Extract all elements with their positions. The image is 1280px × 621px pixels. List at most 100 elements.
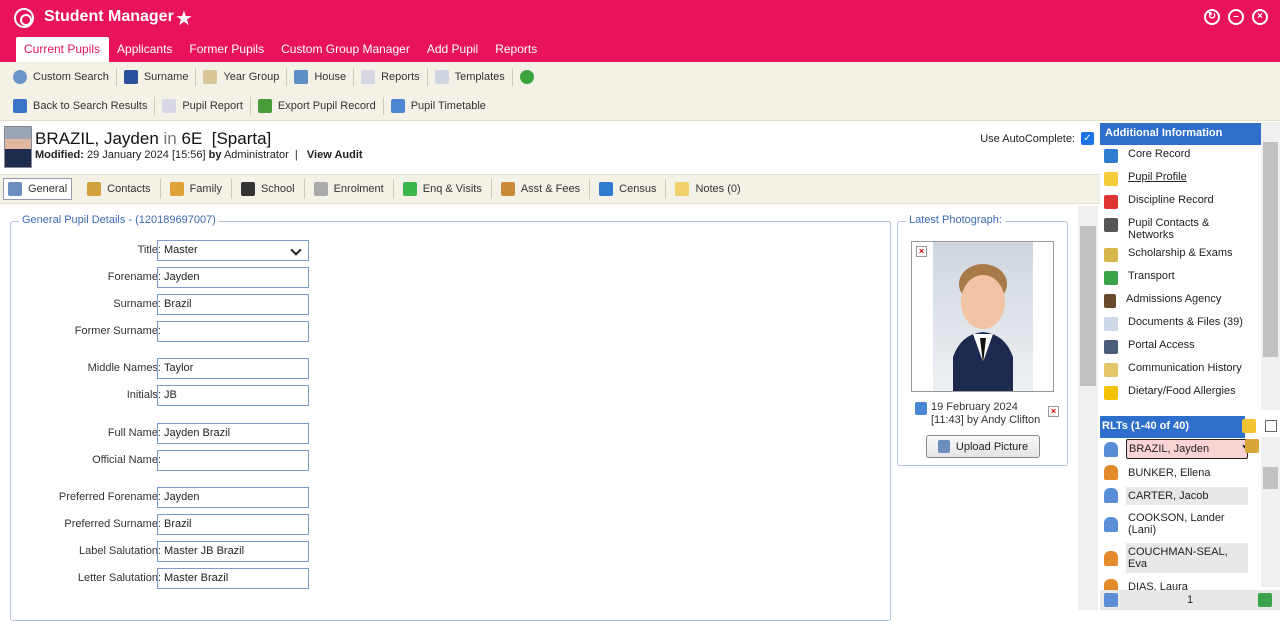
additional-info-scrollbar-thumb[interactable] — [1263, 142, 1278, 357]
list-item[interactable]: COUCHMAN-SEAL, Eva — [1100, 541, 1260, 575]
tab-notes[interactable]: Notes (0) — [666, 179, 749, 199]
dietary-allergies-link[interactable]: Dietary/Food Allergies — [1100, 382, 1261, 405]
contacts-icon — [87, 182, 102, 196]
letter-salutation-field[interactable]: Master Brazil — [157, 568, 309, 589]
female-person-icon — [1104, 465, 1118, 480]
admissions-agency-link[interactable]: Admissions Agency — [1100, 290, 1261, 313]
envelope-icon — [434, 69, 449, 84]
additional-info-scrollbar[interactable] — [1261, 122, 1280, 410]
house-icon — [294, 69, 309, 84]
close-icon[interactable]: × — [1252, 9, 1268, 25]
list-item[interactable]: DIAS, Laura — [1100, 575, 1260, 590]
tab-enrolment[interactable]: Enrolment — [305, 179, 394, 199]
main-scrollbar-thumb[interactable] — [1080, 226, 1096, 386]
middle-names-field[interactable]: Taylor — [157, 358, 309, 379]
title-select[interactable]: Master — [157, 240, 309, 261]
scholarship-exams-link[interactable]: Scholarship & Exams — [1100, 244, 1261, 267]
official-name-field[interactable] — [157, 450, 309, 471]
reports-button[interactable]: Reports — [354, 67, 428, 86]
male-person-icon — [1104, 516, 1118, 532]
extra-button[interactable] — [513, 68, 547, 86]
pupil-tabs: General Contacts Family School Enrolment… — [0, 174, 1100, 204]
full-name-field[interactable]: Jayden Brazil — [157, 423, 309, 444]
tab-reports[interactable]: Reports — [487, 37, 546, 62]
pupil-name: BRAZIL, Jayden in 6E [Sparta] — [35, 129, 272, 148]
back-to-search-results-button[interactable]: Back to Search Results — [6, 96, 156, 115]
tab-enq-visits[interactable]: Enq & Visits — [394, 179, 492, 199]
core-record-link[interactable]: Core Record — [1100, 145, 1261, 168]
house-button[interactable]: House — [287, 67, 355, 86]
pupil-header: BRAZIL, Jayden in 6E [Sparta] Modified: … — [0, 122, 1100, 174]
discipline-record-link[interactable]: Discipline Record — [1100, 191, 1261, 214]
tab-current-pupils[interactable]: Current Pupils — [16, 37, 110, 62]
additional-info-title: Additional Information — [1100, 123, 1261, 145]
refresh-icon[interactable]: ↻ — [1204, 9, 1220, 25]
app-title: Student Manager — [44, 8, 174, 25]
initials-field[interactable]: JB — [157, 385, 309, 406]
pupil-contacts-networks-link[interactable]: Pupil Contacts & Networks — [1100, 214, 1261, 244]
view-audit-link[interactable]: View Audit — [307, 149, 363, 161]
former-surname-field[interactable] — [157, 321, 309, 342]
surname-button[interactable]: Surname — [117, 67, 197, 86]
tab-contacts[interactable]: Contacts — [78, 179, 161, 199]
preferred-forename-row: Preferred Forename: Jayden — [11, 487, 321, 508]
rlts-checkbox[interactable] — [1265, 420, 1277, 432]
tab-add-pupil[interactable]: Add Pupil — [419, 37, 487, 62]
star-icon — [1104, 172, 1118, 186]
surname-field[interactable]: Brazil — [157, 294, 309, 315]
label-salutation-field[interactable]: Master JB Brazil — [157, 541, 309, 562]
tab-school[interactable]: School — [232, 179, 305, 199]
fees-icon — [500, 182, 515, 196]
next-arrow-icon[interactable] — [1258, 593, 1272, 607]
tab-former-pupils[interactable]: Former Pupils — [181, 37, 273, 62]
letter-salutation-row: Letter Salutation: Master Brazil — [11, 568, 321, 589]
preferred-forename-field[interactable]: Jayden — [157, 487, 309, 508]
templates-button[interactable]: Templates — [428, 67, 513, 86]
find-person-icon[interactable] — [1104, 593, 1118, 607]
tab-family[interactable]: Family — [161, 179, 232, 199]
tab-custom-group-manager[interactable]: Custom Group Manager — [273, 37, 419, 62]
export-pupil-record-button[interactable]: Export Pupil Record — [251, 96, 384, 115]
rlts-footer: 1 — [1100, 590, 1280, 610]
document-icon — [1104, 317, 1118, 331]
full-name-row: Full Name: Jayden Brazil — [11, 423, 321, 444]
broken-image-icon: × — [916, 246, 927, 257]
pupil-timetable-button[interactable]: Pupil Timetable — [384, 97, 493, 115]
notes-icon — [675, 182, 690, 196]
portal-access-link[interactable]: Portal Access — [1100, 336, 1261, 359]
communication-history-link[interactable]: Communication History — [1100, 359, 1261, 382]
family-icon — [169, 182, 184, 196]
year-group-button[interactable]: Year Group — [196, 67, 288, 86]
main-scrollbar[interactable] — [1078, 206, 1098, 610]
tab-census[interactable]: Census — [590, 179, 667, 199]
forename-field[interactable]: Jayden — [157, 267, 309, 288]
list-item[interactable]: COOKSON, Lander (Lani) — [1100, 507, 1260, 541]
favourite-star-icon[interactable]: ★ — [175, 6, 193, 31]
preferred-surname-field[interactable]: Brazil — [157, 514, 309, 535]
documents-files-link[interactable]: Documents & Files (39) — [1100, 313, 1261, 336]
transport-link[interactable]: Transport — [1100, 267, 1261, 290]
list-item[interactable]: BRAZIL, Jayden — [1100, 437, 1260, 461]
app-header: Student Manager ★ ↻ – × Current Pupils A… — [0, 0, 1280, 62]
pupil-report-button[interactable]: Pupil Report — [155, 96, 251, 115]
minimize-icon[interactable]: – — [1228, 9, 1244, 25]
list-item[interactable]: CARTER, Jacob — [1100, 484, 1260, 507]
middle-names-row: Middle Names: Taylor — [11, 358, 321, 379]
green-gear-icon — [519, 69, 534, 84]
rlts-action-icon[interactable] — [1245, 439, 1259, 453]
tab-applicants[interactable]: Applicants — [109, 37, 181, 62]
list-item[interactable]: BUNKER, Ellena — [1100, 461, 1260, 484]
autocomplete-checkbox[interactable]: ✓ — [1081, 132, 1094, 145]
pupil-profile-link[interactable]: Pupil Profile — [1100, 168, 1261, 191]
rlts-scrollbar[interactable] — [1261, 437, 1280, 587]
rlts-key-icon[interactable] — [1242, 419, 1256, 433]
custom-search-button[interactable]: Custom Search — [6, 67, 117, 86]
delete-photo-icon[interactable]: × — [1048, 406, 1059, 417]
latest-photograph-panel: Latest Photograph: × 19 February 2024 [1… — [897, 214, 1068, 466]
bus-icon — [1104, 271, 1118, 285]
rlts-scrollbar-thumb[interactable] — [1263, 467, 1278, 489]
tab-asst-fees[interactable]: Asst & Fees — [492, 179, 591, 199]
app-logo-icon — [14, 8, 34, 28]
tab-general[interactable]: General — [3, 178, 73, 200]
upload-picture-button[interactable]: Upload Picture — [926, 435, 1040, 458]
